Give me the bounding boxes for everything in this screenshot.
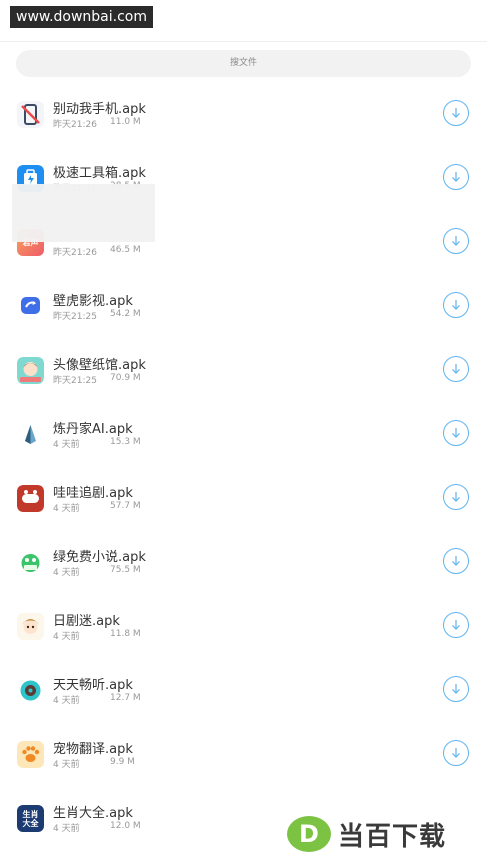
file-name: 壁虎影视.apk [53, 294, 133, 309]
file-date: 4 天前 [53, 440, 80, 450]
download-button[interactable] [443, 356, 469, 382]
file-size: 12.0 M [110, 821, 141, 831]
file-date: 4 天前 [53, 696, 80, 706]
download-button[interactable] [443, 676, 469, 702]
file-date: 昨天21:25 [53, 312, 97, 322]
download-arrow-icon [452, 748, 460, 758]
download-button[interactable] [443, 228, 469, 254]
download-arrow-icon [452, 428, 460, 438]
list-item[interactable]: 头像壁纸馆.apk 昨天21:25 70.9 M [0, 337, 487, 401]
blurred-region [12, 184, 155, 242]
download-arrow-icon [452, 620, 460, 630]
list-item[interactable]: 炼丹家AI.apk 4 天前 15.3 M [0, 401, 487, 465]
download-arrow-icon [452, 556, 460, 566]
file-size: 9.9 M [110, 757, 135, 767]
download-arrow-icon [452, 300, 460, 310]
file-size: 11.8 M [110, 629, 141, 639]
download-arrow-icon [452, 492, 460, 502]
download-button[interactable] [443, 484, 469, 510]
list-item[interactable]: 壁虎影视.apk 昨天21:25 54.2 M [0, 273, 487, 337]
file-date: 昨天21:26 [53, 248, 97, 258]
download-button[interactable] [443, 292, 469, 318]
file-date: 4 天前 [53, 824, 80, 834]
alchemy-ai-icon [17, 421, 44, 448]
file-name: 头像壁纸馆.apk [53, 358, 146, 373]
file-date: 昨天21:26 [53, 120, 97, 130]
file-name: 生肖大全.apk [53, 806, 133, 821]
file-size: 12.7 M [110, 693, 141, 703]
list-item[interactable]: 宠物翻译.apk 4 天前 9.9 M [0, 721, 487, 785]
download-arrow-icon [452, 684, 460, 694]
file-name: 别动我手机.apk [53, 102, 146, 117]
file-name: 绿免费小说.apk [53, 550, 146, 565]
listen-app-icon [17, 677, 44, 704]
search-input[interactable]: 搜文件 [16, 50, 471, 77]
header-divider [0, 41, 487, 42]
download-arrow-icon [452, 172, 460, 182]
novel-app-icon [17, 549, 44, 576]
list-item[interactable]: 天天畅听.apk 4 天前 12.7 M [0, 657, 487, 721]
avatar-wallpaper-icon [17, 357, 44, 384]
file-name: 炼丹家AI.apk [53, 422, 133, 437]
brand-text: 当百下载 [338, 821, 447, 852]
anime-girl-icon [17, 613, 44, 640]
download-button[interactable] [443, 548, 469, 574]
phone-forbidden-icon [17, 101, 44, 128]
zodiac-app-icon: 生肖大全 [17, 805, 44, 832]
file-date: 4 天前 [53, 568, 80, 578]
file-name: 日剧迷.apk [53, 614, 120, 629]
download-button[interactable] [443, 612, 469, 638]
file-name: 天天畅听.apk [53, 678, 133, 693]
download-button[interactable] [443, 164, 469, 190]
file-size: 46.5 M [110, 245, 141, 255]
file-size: 11.0 M [110, 117, 141, 127]
download-button[interactable] [443, 420, 469, 446]
file-size: 57.7 M [110, 501, 141, 511]
download-arrow-icon [452, 364, 460, 374]
video-app-icon [17, 293, 44, 320]
brand-logo-icon: D [287, 816, 331, 852]
file-name: 宠物翻译.apk [53, 742, 133, 757]
list-item[interactable]: 绿免费小说.apk 4 天前 75.5 M [0, 529, 487, 593]
icon-text: 生肖大全 [22, 809, 39, 828]
list-item[interactable]: 别动我手机.apk 昨天21:26 11.0 M [0, 81, 487, 145]
download-arrow-icon [452, 236, 460, 246]
file-name: 哇哇追剧.apk [53, 486, 133, 501]
brand-letter: D [299, 820, 319, 848]
site-watermark: www.downbai.com [10, 6, 153, 28]
drama-app-icon [17, 485, 44, 512]
list-item[interactable]: 日剧迷.apk 4 天前 11.8 M [0, 593, 487, 657]
file-date: 昨天21:25 [53, 376, 97, 386]
file-date: 4 天前 [53, 632, 80, 642]
file-size: 54.2 M [110, 309, 141, 319]
file-date: 4 天前 [53, 504, 80, 514]
file-size: 75.5 M [110, 565, 141, 575]
file-date: 4 天前 [53, 760, 80, 770]
file-size: 70.9 M [110, 373, 141, 383]
file-name: 极速工具箱.apk [53, 166, 146, 181]
file-size: 15.3 M [110, 437, 141, 447]
download-arrow-icon [452, 108, 460, 118]
list-item[interactable]: 哇哇追剧.apk 4 天前 57.7 M [0, 465, 487, 529]
brand-watermark: D 当百下载 [286, 814, 481, 854]
download-button[interactable] [443, 740, 469, 766]
download-button[interactable] [443, 100, 469, 126]
paw-icon [17, 741, 44, 768]
